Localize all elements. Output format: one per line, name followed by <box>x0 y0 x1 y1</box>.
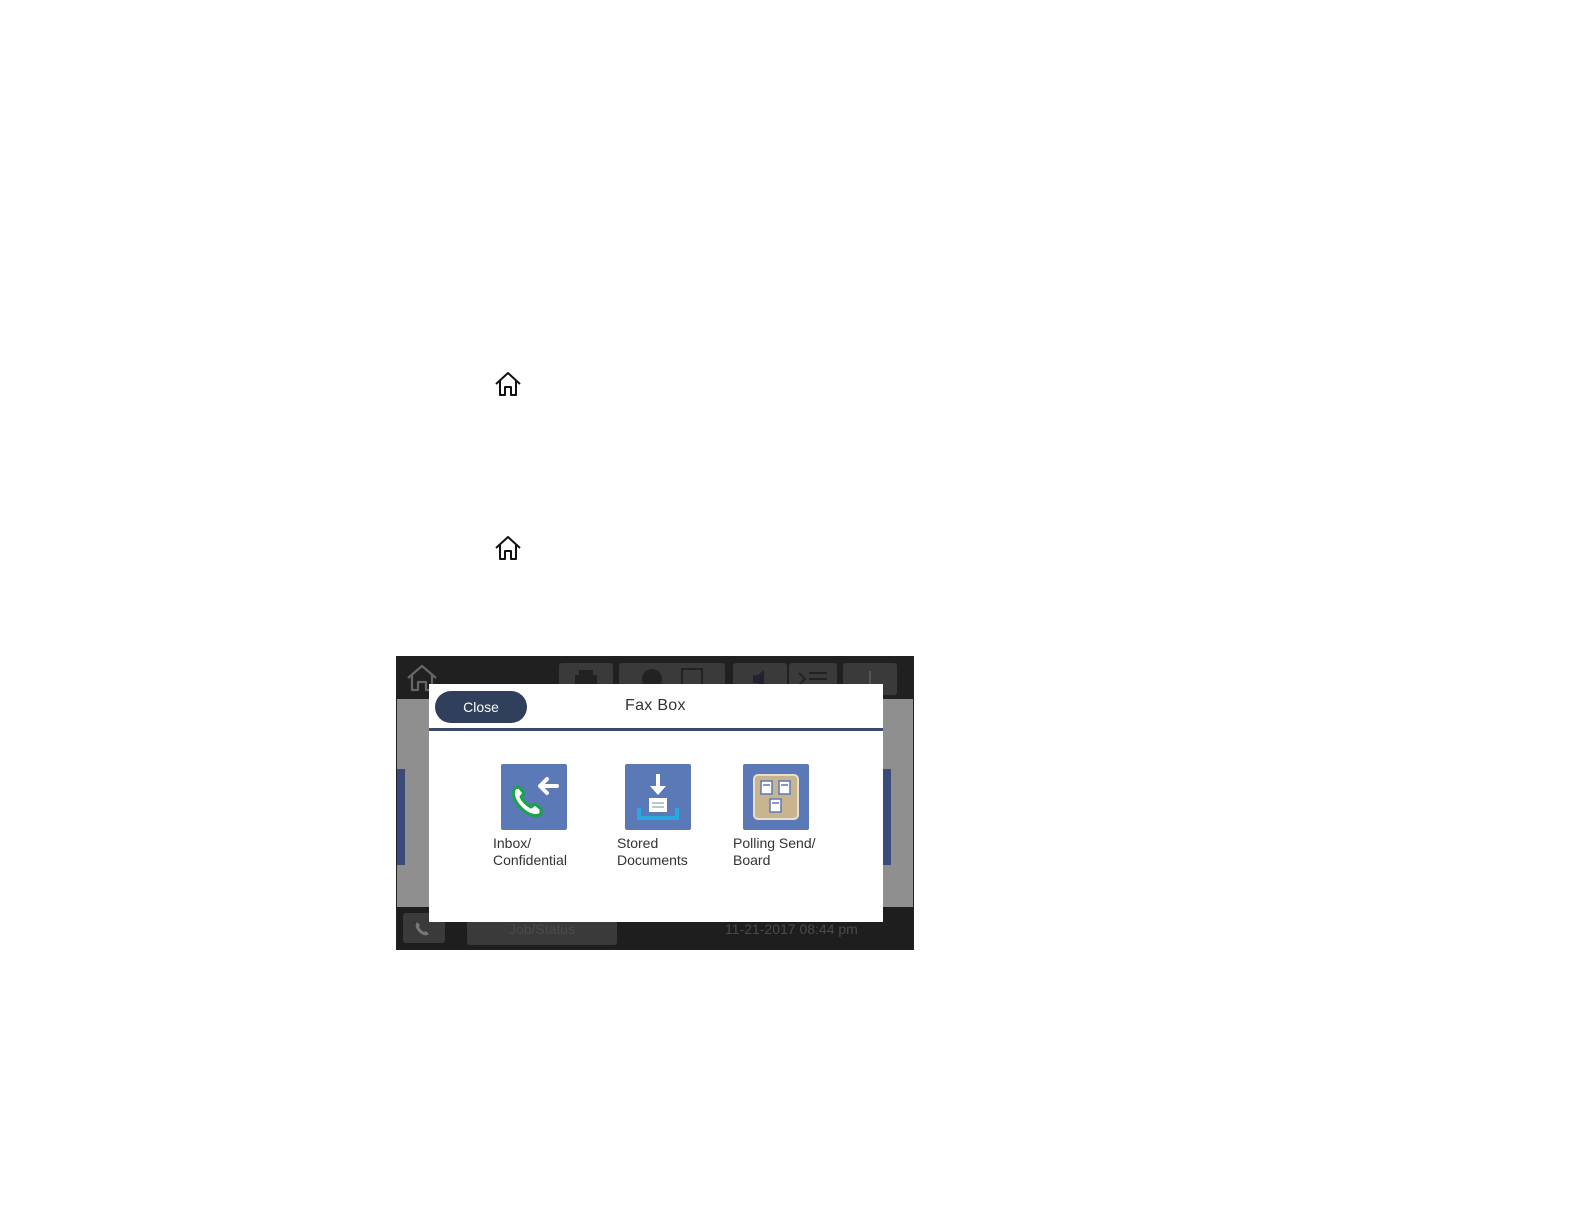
datetime-display: 11-21-2017 08:44 pm <box>725 921 858 937</box>
home-icon <box>493 534 523 562</box>
close-button[interactable]: Close <box>435 691 527 723</box>
item-label: Stored Documents <box>617 835 688 868</box>
inbox-confidential-item[interactable]: Inbox/ Confidential <box>493 764 593 869</box>
inbox-fax-icon <box>501 764 567 830</box>
dialog-header: Close Fax Box <box>429 684 883 731</box>
stored-documents-item[interactable]: Stored Documents <box>617 764 717 869</box>
fax-box-dialog: Close Fax Box Inbox/ Confidential Stored… <box>429 684 883 922</box>
home-icon <box>493 370 523 398</box>
background-tile <box>397 769 405 865</box>
dialog-title: Fax Box <box>625 697 686 714</box>
item-label: Inbox/ Confidential <box>493 835 567 868</box>
polling-board-icon <box>743 764 809 830</box>
background-tile <box>883 769 891 865</box>
polling-send-board-item[interactable]: Polling Send/ Board <box>733 764 833 869</box>
stored-documents-icon <box>625 764 691 830</box>
item-label: Polling Send/ Board <box>733 835 816 868</box>
printer-screen: ← Job/Status 11-21-2017 08:44 pm Close F… <box>396 656 914 950</box>
